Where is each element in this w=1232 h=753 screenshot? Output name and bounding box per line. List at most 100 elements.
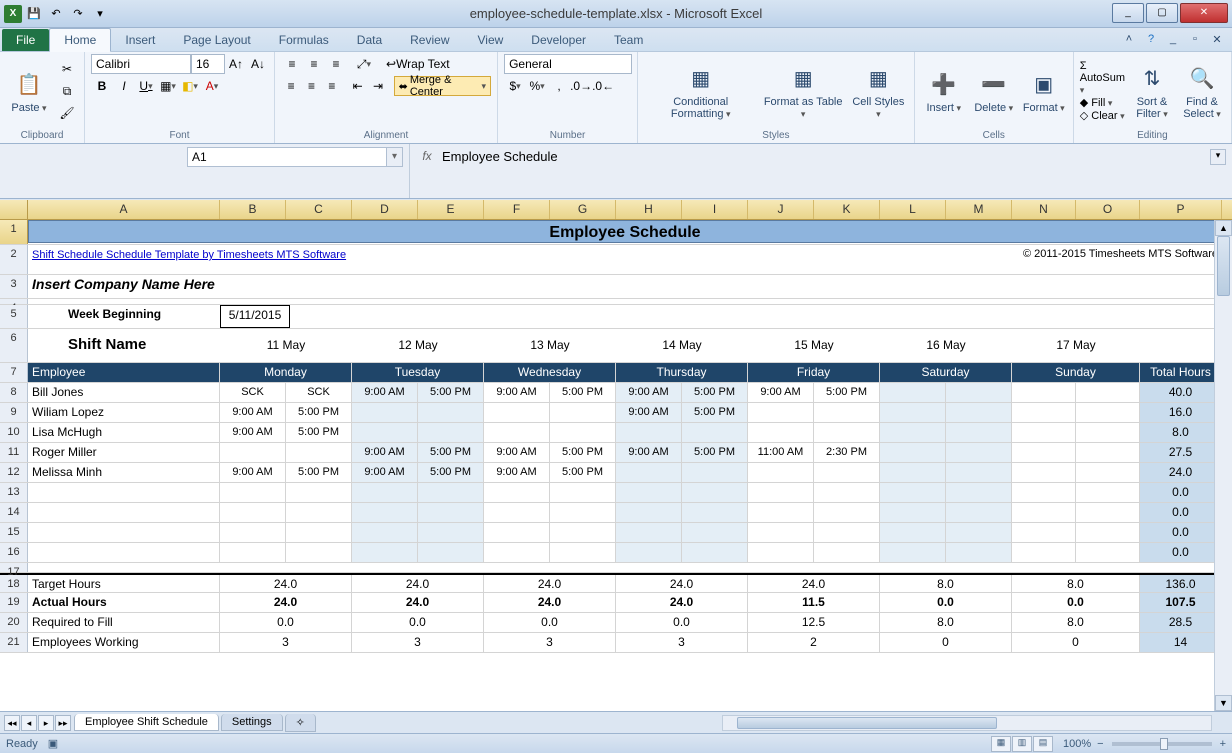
date-header-2[interactable]: 13 May xyxy=(484,329,616,362)
schedule-cell[interactable]: 5:00 PM xyxy=(418,443,484,462)
schedule-cell[interactable] xyxy=(946,443,1012,462)
underline-button[interactable]: U xyxy=(135,76,157,96)
name-box[interactable] xyxy=(187,147,387,167)
schedule-cell[interactable] xyxy=(682,543,748,562)
view-page-break-button[interactable]: ▤ xyxy=(1033,736,1053,752)
decrease-indent-button[interactable]: ⇤ xyxy=(347,76,367,96)
format-as-table-button[interactable]: ▦Format as Table xyxy=(761,60,845,122)
sheet-tab-employee-shift-schedule[interactable]: Employee Shift Schedule xyxy=(74,714,219,731)
tab-file[interactable]: File xyxy=(2,29,49,51)
total-hours-cell[interactable]: 0.0 xyxy=(1140,483,1222,502)
schedule-cell[interactable] xyxy=(1012,423,1076,442)
schedule-cell[interactable] xyxy=(880,483,946,502)
align-center-button[interactable]: ≡ xyxy=(301,76,321,96)
summary-total-cell[interactable]: 28.5 xyxy=(1140,613,1222,632)
column-header-C[interactable]: C xyxy=(286,200,352,219)
schedule-cell[interactable] xyxy=(748,543,814,562)
clear-button[interactable]: ◇ Clear xyxy=(1080,109,1125,122)
schedule-cell[interactable] xyxy=(616,543,682,562)
header-day-0[interactable]: Monday xyxy=(220,363,352,382)
schedule-cell[interactable] xyxy=(484,423,550,442)
column-header-G[interactable]: G xyxy=(550,200,616,219)
row-header-2[interactable]: 2 xyxy=(0,245,28,274)
header-day-2[interactable]: Wednesday xyxy=(484,363,616,382)
view-normal-button[interactable]: ▦ xyxy=(991,736,1011,752)
schedule-cell[interactable]: 5:00 PM xyxy=(418,383,484,402)
column-header-K[interactable]: K xyxy=(814,200,880,219)
summary-total-cell[interactable]: 107.5 xyxy=(1140,593,1222,612)
column-header-O[interactable]: O xyxy=(1076,200,1140,219)
zoom-slider[interactable] xyxy=(1112,742,1212,746)
fill-button[interactable]: ◆ Fill xyxy=(1080,96,1125,109)
schedule-cell[interactable] xyxy=(286,483,352,502)
border-button[interactable]: ▦ xyxy=(157,76,179,96)
column-header-L[interactable]: L xyxy=(880,200,946,219)
date-header-0[interactable]: 11 May xyxy=(220,329,352,362)
row-header-6[interactable]: 6 xyxy=(0,329,28,362)
schedule-cell[interactable] xyxy=(418,423,484,442)
column-header-B[interactable]: B xyxy=(220,200,286,219)
summary-label-cell[interactable]: Employees Working xyxy=(28,633,220,652)
summary-value-cell[interactable]: 3 xyxy=(484,633,616,652)
week-beginning-label[interactable]: Week Beginning xyxy=(28,305,220,328)
schedule-cell[interactable]: 9:00 AM xyxy=(352,463,418,482)
schedule-cell[interactable] xyxy=(418,403,484,422)
total-hours-cell[interactable]: 0.0 xyxy=(1140,503,1222,522)
align-top-button[interactable]: ≡ xyxy=(281,54,303,74)
schedule-cell[interactable]: 11:00 AM xyxy=(748,443,814,462)
blank-cell[interactable] xyxy=(28,563,1222,571)
minimize-ribbon-button[interactable]: ˄ xyxy=(1120,30,1138,48)
schedule-cell[interactable] xyxy=(880,443,946,462)
zoom-level[interactable]: 100% xyxy=(1063,738,1091,750)
schedule-cell[interactable] xyxy=(352,503,418,522)
schedule-cell[interactable] xyxy=(616,483,682,502)
tab-insert[interactable]: Insert xyxy=(111,29,169,51)
schedule-cell[interactable] xyxy=(814,463,880,482)
font-name-select[interactable] xyxy=(91,54,191,74)
summary-value-cell[interactable]: 3 xyxy=(616,633,748,652)
schedule-cell[interactable] xyxy=(616,503,682,522)
row-header-8[interactable]: 8 xyxy=(0,383,28,402)
row-header-17[interactable]: 17 xyxy=(0,563,28,572)
schedule-cell[interactable] xyxy=(1012,543,1076,562)
sheet-nav-next[interactable]: ▸ xyxy=(38,715,54,731)
tab-page-layout[interactable]: Page Layout xyxy=(169,29,264,51)
percent-button[interactable]: % xyxy=(526,76,548,96)
schedule-cell[interactable] xyxy=(418,483,484,502)
column-header-E[interactable]: E xyxy=(418,200,484,219)
schedule-cell[interactable] xyxy=(286,523,352,542)
summary-value-cell[interactable]: 3 xyxy=(220,633,352,652)
increase-indent-button[interactable]: ⇥ xyxy=(368,76,388,96)
header-total-hours[interactable]: Total Hours xyxy=(1140,363,1222,382)
tab-home[interactable]: Home xyxy=(49,28,111,52)
expand-formula-bar-button[interactable]: ▾ xyxy=(1210,149,1226,165)
date-header-6[interactable]: 17 May xyxy=(1012,329,1140,362)
hscroll-thumb[interactable] xyxy=(737,717,997,729)
employee-name-cell[interactable]: Bill Jones xyxy=(28,383,220,402)
copy-button[interactable]: ⧉ xyxy=(56,81,78,101)
summary-label-cell[interactable]: Target Hours xyxy=(28,575,220,592)
row-header-10[interactable]: 10 xyxy=(0,423,28,442)
name-box-dropdown[interactable]: ▾ xyxy=(387,147,403,167)
schedule-cell[interactable] xyxy=(682,463,748,482)
header-day-1[interactable]: Tuesday xyxy=(352,363,484,382)
template-link[interactable]: Shift Schedule Schedule Template by Time… xyxy=(32,249,346,261)
schedule-cell[interactable] xyxy=(1076,483,1140,502)
vertical-scrollbar[interactable]: ▲ ▼ xyxy=(1214,220,1232,711)
font-size-select[interactable] xyxy=(191,54,225,74)
insert-cells-button[interactable]: ➕Insert xyxy=(921,66,967,116)
schedule-cell[interactable] xyxy=(418,503,484,522)
horizontal-scrollbar[interactable] xyxy=(722,715,1212,731)
qat-customize-button[interactable]: ▾ xyxy=(90,4,110,24)
schedule-cell[interactable]: 5:00 PM xyxy=(550,443,616,462)
summary-value-cell[interactable]: 24.0 xyxy=(220,575,352,592)
schedule-cell[interactable] xyxy=(1076,423,1140,442)
schedule-cell[interactable] xyxy=(286,543,352,562)
new-sheet-button[interactable]: ✧ xyxy=(285,714,316,732)
employee-name-cell[interactable]: Roger Miller xyxy=(28,443,220,462)
delete-cells-button[interactable]: ➖Delete xyxy=(971,66,1017,116)
schedule-cell[interactable] xyxy=(1076,403,1140,422)
summary-value-cell[interactable]: 24.0 xyxy=(220,593,352,612)
column-header-P[interactable]: P xyxy=(1140,200,1222,219)
workbook-minimize-button[interactable]: _ xyxy=(1164,30,1182,48)
